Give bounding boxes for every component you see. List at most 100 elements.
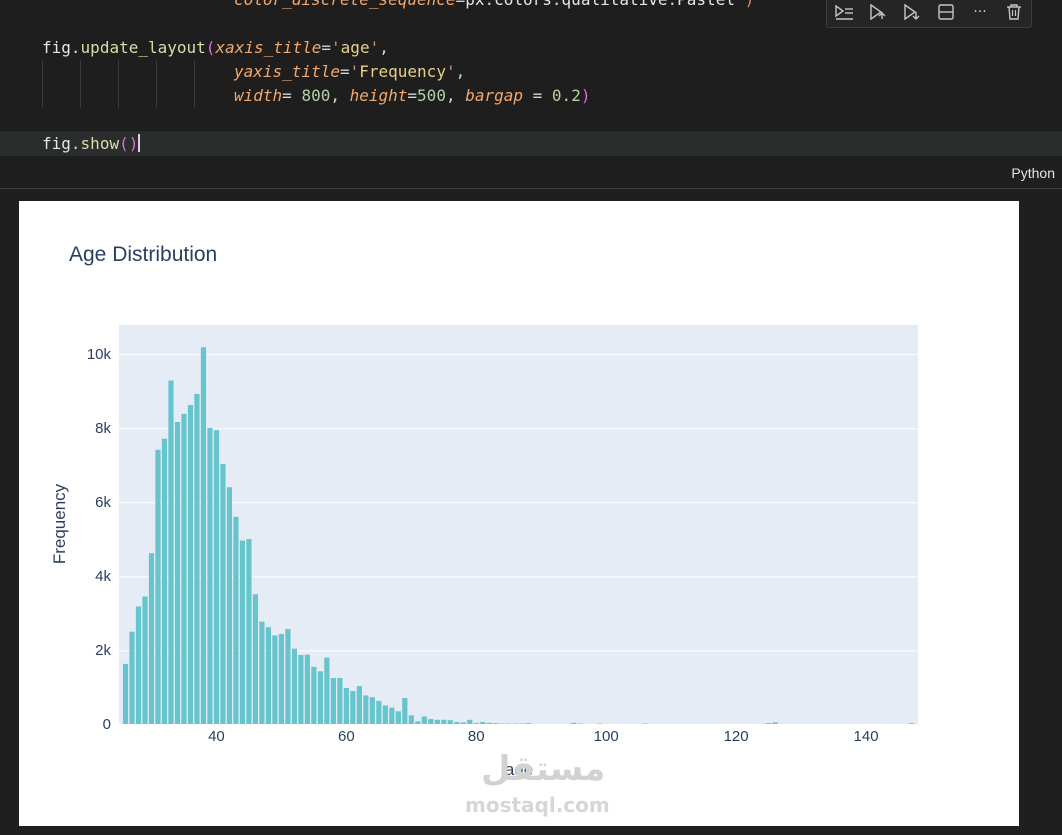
histogram-bar[interactable] (376, 700, 382, 725)
code-token: Frequency (359, 62, 446, 81)
histogram-bar[interactable] (200, 347, 207, 725)
code-token: fig (42, 134, 71, 153)
code-token: colors (494, 0, 552, 9)
code-line-0: color_discrete_sequence=px.colors.qualit… (234, 0, 754, 12)
histogram-bar[interactable] (408, 715, 414, 725)
histogram-bar[interactable] (226, 487, 233, 725)
code-editor[interactable]: color_discrete_sequence=px.colors.qualit… (0, 0, 1062, 188)
cell-language-label[interactable]: Python (1011, 165, 1055, 181)
y-tick-label: 0 (102, 716, 111, 733)
histogram-bar[interactable] (291, 648, 297, 725)
histogram-bar[interactable] (246, 539, 252, 725)
histogram-bar[interactable] (135, 606, 142, 725)
code-token: , (379, 38, 389, 57)
histogram-bar[interactable] (155, 449, 161, 725)
histogram-bar[interactable] (181, 413, 187, 725)
histogram-bar[interactable] (239, 540, 246, 725)
x-tick-label: 40 (208, 728, 225, 745)
histogram-bar[interactable] (207, 427, 213, 725)
chart-title: Age Distribution (69, 243, 218, 266)
histogram-bar[interactable] (265, 627, 272, 725)
cell-toolbar: ··· (826, 0, 1032, 28)
y-tick-label: 10k (86, 345, 111, 363)
code-token: show (80, 134, 120, 153)
cell-divider (0, 188, 1062, 189)
current-line-highlight (0, 131, 1062, 156)
code-token: ' (331, 38, 341, 57)
histogram-bar[interactable] (421, 716, 427, 725)
execute-below-icon[interactable] (895, 0, 929, 25)
code-token: color_discrete_sequence (234, 0, 456, 9)
code-token: 500 (417, 86, 446, 105)
code-token: , (445, 86, 466, 105)
code-token: = (282, 86, 302, 105)
histogram-bar[interactable] (213, 430, 220, 725)
code-token: ' (369, 38, 380, 57)
histogram-bar[interactable] (369, 697, 375, 725)
code-line-2: yaxis_title='Frequency', (234, 60, 465, 84)
histogram-bar[interactable] (285, 629, 291, 725)
histogram-bar[interactable] (311, 666, 317, 725)
histogram-bar[interactable] (350, 690, 356, 725)
code-line-4: fig.show() (42, 132, 141, 156)
histogram-bar[interactable] (304, 654, 310, 725)
histogram-bar[interactable] (389, 707, 395, 725)
code-token: . (484, 0, 494, 9)
histogram-bar[interactable] (148, 553, 155, 725)
histogram-bar[interactable] (330, 677, 336, 725)
code-line-3: width= 800, height=500, bargap = 0.2) (234, 84, 590, 108)
histogram-bar[interactable] (194, 393, 200, 725)
histogram-bar[interactable] (363, 695, 369, 725)
histogram-bar[interactable] (220, 463, 226, 725)
histogram-bar[interactable] (382, 705, 388, 725)
histogram-bar[interactable] (298, 655, 304, 725)
plot-area[interactable] (119, 325, 918, 726)
histogram-bar[interactable] (187, 405, 194, 725)
x-tick-label: 80 (467, 728, 485, 745)
y-tick-label: 2k (95, 641, 111, 659)
histogram-bar[interactable] (337, 677, 343, 725)
x-tick-label: 120 (723, 728, 749, 745)
histogram-bar[interactable] (174, 422, 181, 725)
code-token: ' (349, 62, 360, 81)
delete-icon[interactable] (997, 0, 1031, 25)
histogram-bar[interactable] (343, 687, 349, 725)
code-token: 800 (301, 86, 331, 105)
code-token: Pastel (677, 0, 735, 9)
execute-above-icon[interactable] (861, 0, 895, 25)
histogram-bar[interactable] (168, 380, 174, 725)
code-token: . (552, 0, 562, 9)
histogram-bar[interactable] (259, 621, 265, 725)
code-token: width (234, 86, 283, 105)
histogram-bar[interactable] (142, 596, 148, 725)
code-token: ) (580, 86, 591, 105)
histogram-bar[interactable] (252, 594, 259, 725)
split-cell-icon[interactable] (929, 0, 963, 25)
histogram-bar[interactable] (129, 631, 135, 725)
code-token: ( (205, 38, 216, 57)
histogram-bar[interactable] (317, 671, 323, 725)
code-token: fig (42, 38, 71, 57)
run-by-line-icon[interactable] (827, 0, 861, 25)
histogram-bar[interactable] (161, 438, 168, 725)
code-token: px (465, 0, 484, 9)
more-icon[interactable]: ··· (963, 0, 997, 25)
code-token: age (340, 38, 370, 57)
indent-guide (80, 60, 81, 108)
code-token: = (339, 62, 350, 81)
histogram-bar[interactable] (278, 633, 284, 725)
histogram-bar[interactable] (122, 663, 129, 725)
histogram-svg (119, 347, 918, 726)
histogram-bar[interactable] (402, 697, 408, 725)
code-token: qualitative (562, 0, 668, 9)
histogram-bar[interactable] (324, 657, 330, 725)
code-token: = (523, 86, 552, 105)
x-tick-label: 60 (338, 728, 355, 745)
histogram-bar[interactable] (233, 516, 239, 725)
histogram-bar[interactable] (272, 635, 278, 725)
code-token: ') (735, 0, 754, 9)
code-token: , (455, 62, 466, 81)
cell-output: Age Distribution 0 2k 4k 6k 8k 10k 40 60 80 100 1… (19, 201, 1019, 826)
histogram-bar[interactable] (395, 711, 401, 725)
histogram-bar[interactable] (356, 686, 362, 725)
